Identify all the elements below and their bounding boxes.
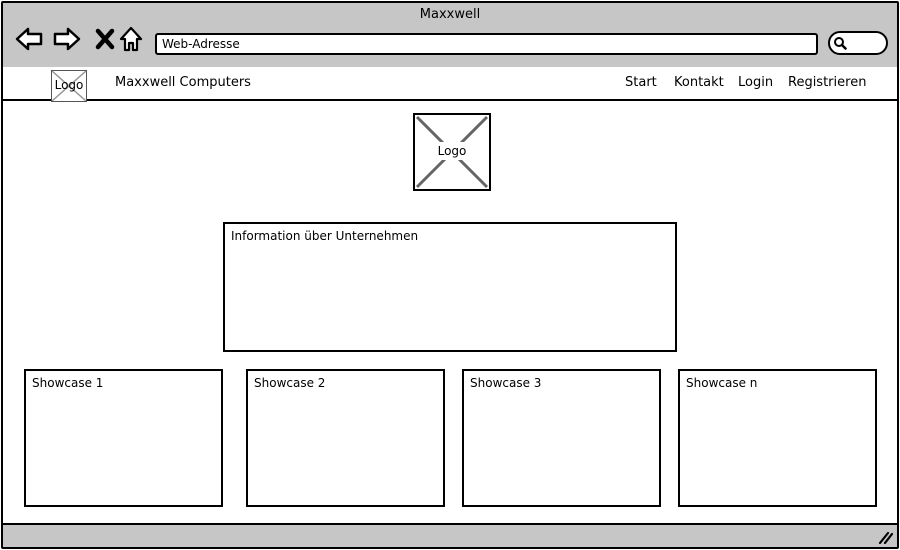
nav-link-start[interactable]: Start bbox=[625, 75, 657, 90]
arrow-right-icon[interactable] bbox=[53, 25, 81, 53]
nav-link-kontakt[interactable]: Kontakt bbox=[674, 75, 724, 90]
browser-toolbar: Maxxwell Web-Adresse bbox=[3, 3, 897, 69]
search-button[interactable] bbox=[828, 31, 888, 55]
navbar-logo-label: Logo bbox=[54, 78, 84, 92]
showcase-1[interactable]: Showcase 1 bbox=[24, 369, 223, 507]
resize-grip-icon[interactable] bbox=[877, 530, 893, 544]
company-info-panel: Information über Unternehmen bbox=[223, 222, 677, 352]
address-input[interactable]: Web-Adresse bbox=[155, 33, 818, 55]
site-navbar: Logo Maxxwell Computers Start Kontakt Lo… bbox=[3, 67, 897, 102]
window-title: Maxxwell bbox=[419, 7, 481, 22]
showcase-n[interactable]: Showcase n bbox=[678, 369, 877, 507]
close-icon[interactable] bbox=[91, 25, 119, 53]
nav-link-registrieren[interactable]: Registrieren bbox=[788, 75, 866, 90]
search-icon bbox=[834, 37, 847, 50]
showcase-title: Showcase 2 bbox=[254, 376, 326, 390]
nav-link-login[interactable]: Login bbox=[738, 75, 773, 90]
status-bar bbox=[3, 523, 897, 547]
showcase-2[interactable]: Showcase 2 bbox=[246, 369, 445, 507]
navbar-logo[interactable]: Logo bbox=[51, 70, 87, 102]
main-logo-label: Logo bbox=[433, 142, 471, 160]
showcase-title: Showcase n bbox=[686, 376, 758, 390]
main-logo: Logo bbox=[413, 113, 491, 191]
arrow-left-icon[interactable] bbox=[15, 25, 43, 53]
brand-name[interactable]: Maxxwell Computers bbox=[115, 75, 251, 90]
showcase-title: Showcase 3 bbox=[470, 376, 542, 390]
home-icon[interactable] bbox=[117, 25, 145, 53]
showcase-title: Showcase 1 bbox=[32, 376, 104, 390]
company-info-title: Information über Unternehmen bbox=[231, 229, 419, 243]
showcase-3[interactable]: Showcase 3 bbox=[462, 369, 661, 507]
browser-window: Maxxwell Web-Adresse Logo Maxxwell Compu… bbox=[1, 1, 899, 549]
